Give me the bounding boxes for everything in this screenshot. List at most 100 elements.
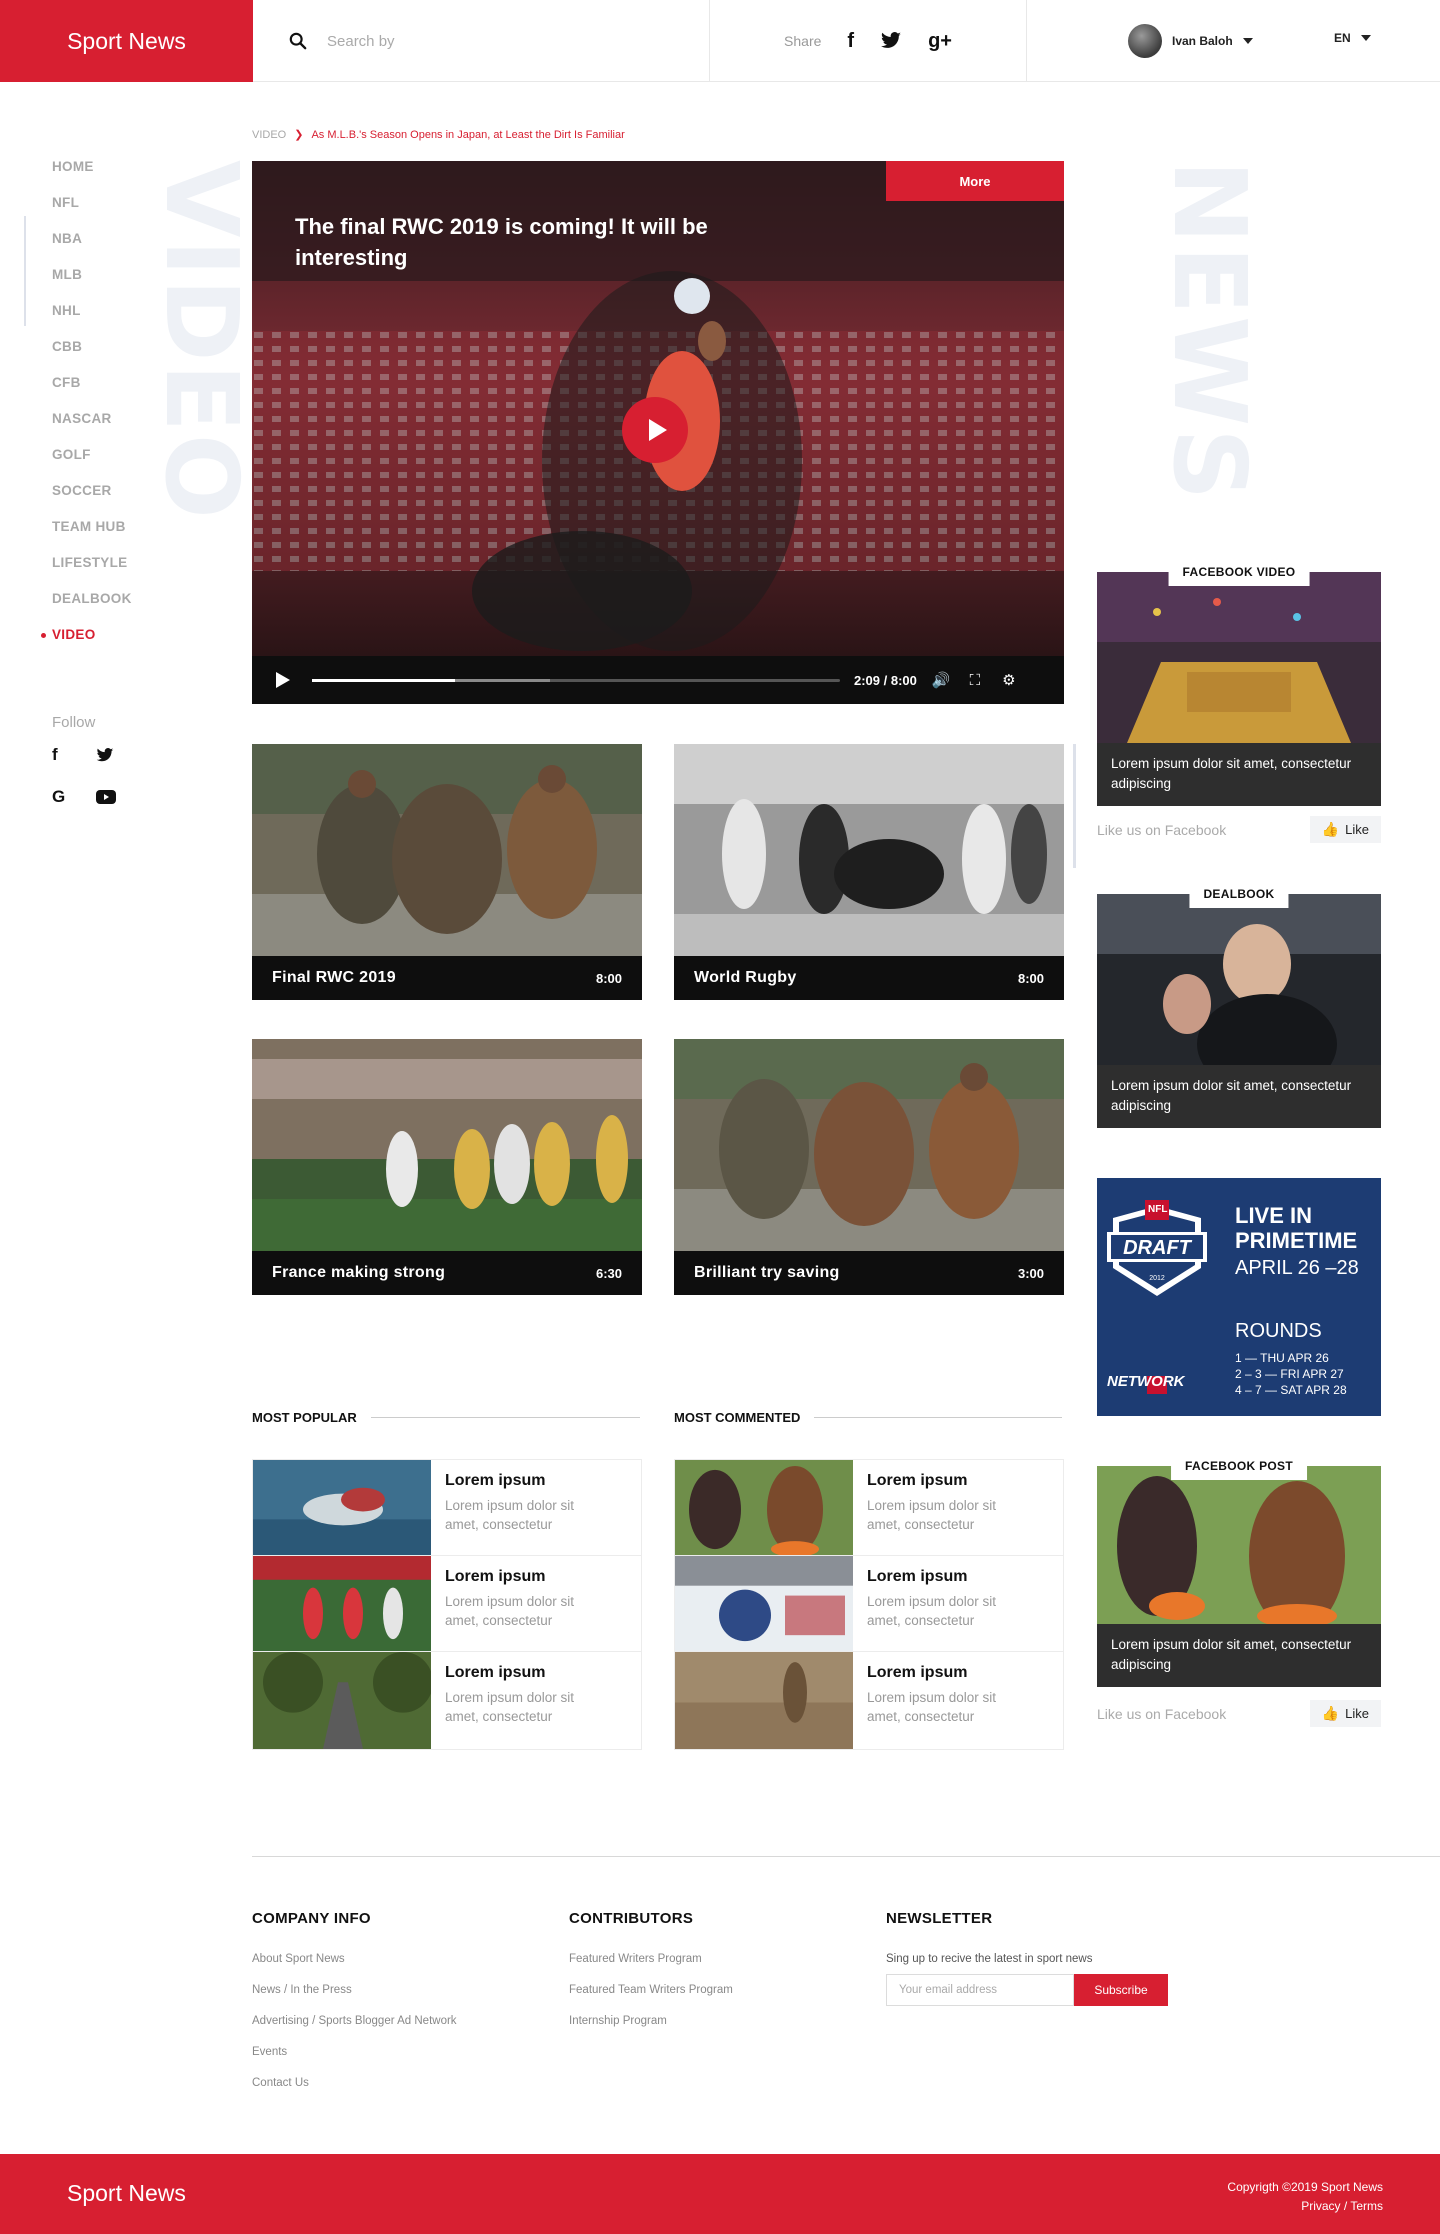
fullscreen-icon[interactable]: ⛶ <box>965 672 985 689</box>
nfl-draft-ad[interactable]: NFL DRAFT 2012 LIVE IN PRIMETIME APRIL 2… <box>1097 1178 1381 1416</box>
settings-icon[interactable]: ⚙ <box>999 671 1019 689</box>
google-icon[interactable]: G <box>52 785 96 809</box>
list-item-desc: Lorem ipsum dolor sit amet, consectetur <box>867 1594 997 1628</box>
facebook-icon[interactable]: f <box>52 743 96 767</box>
list-item-desc: Lorem ipsum dolor sit amet, consectetur <box>867 1690 997 1724</box>
sidebar-item-dealbook[interactable]: DEALBOOK <box>52 588 132 624</box>
footer-link[interactable]: Events <box>252 2046 457 2077</box>
seek-bar[interactable] <box>312 678 840 682</box>
play-icon[interactable] <box>622 397 688 463</box>
dealbook-card[interactable]: DEALBOOK Lorem ipsum dolor sit amet, con… <box>1097 880 1381 1128</box>
video-card-title: France making strong <box>272 1264 446 1281</box>
email-field[interactable] <box>886 1974 1074 2006</box>
footer-link[interactable]: Contact Us <box>252 2077 457 2108</box>
scrollbar[interactable] <box>1073 744 1076 868</box>
list-item-thumbnail <box>675 1556 853 1651</box>
video-card[interactable]: France making strong 6:30 <box>252 1039 642 1295</box>
youtube-icon[interactable] <box>96 785 140 809</box>
list-item-desc: Lorem ipsum dolor sit amet, consectetur <box>445 1498 575 1532</box>
chevron-right-icon: ❯ <box>294 129 304 141</box>
breadcrumb-current[interactable]: As M.L.B.'s Season Opens in Japan, at Le… <box>311 129 624 141</box>
breadcrumb: VIDEO ❯ As M.L.B.'s Season Opens in Japa… <box>252 128 625 142</box>
user-menu[interactable]: Ivan Baloh <box>1128 22 1253 60</box>
list-item-title: Lorem ipsum <box>445 1472 546 1489</box>
sidebar-item-nfl[interactable]: NFL <box>52 192 132 228</box>
sidebar-item-video[interactable]: VIDEO <box>41 624 132 660</box>
google-plus-icon[interactable]: g+ <box>928 30 952 53</box>
sidebar-item-nhl[interactable]: NHL <box>52 300 132 336</box>
brand-logo[interactable]: Sport News <box>0 0 253 82</box>
ad-round: 1 — THU APR 26 <box>1235 1351 1329 1365</box>
list-item[interactable]: Lorem ipsum Lorem ipsum dolor sit amet, … <box>253 1652 641 1749</box>
like-button[interactable]: 👍 Like <box>1309 816 1381 843</box>
like-us-link[interactable]: Like us on Facebook <box>1097 822 1226 838</box>
footer-logo[interactable]: Sport News <box>67 2180 186 2207</box>
facebook-post-card[interactable]: FACEBOOK POST Lorem ipsum dolor sit amet… <box>1097 1452 1381 1687</box>
video-card[interactable]: Brilliant try saving 3:00 <box>674 1039 1064 1295</box>
video-controls: 2:09 / 8:00 🔊 ⛶ ⚙ <box>252 656 1064 704</box>
video-card-title: Final RWC 2019 <box>272 969 396 986</box>
list-item[interactable]: Lorem ipsum Lorem ipsum dolor sit amet, … <box>675 1460 1063 1556</box>
sidebar-item-mlb[interactable]: MLB <box>52 264 132 300</box>
sidebar-item-team-hub[interactable]: TEAM HUB <box>52 516 132 552</box>
share-bar: Share f g+ <box>710 0 1027 82</box>
seek-progress <box>312 678 455 682</box>
sidebar-item-soccer[interactable]: SOCCER <box>52 480 132 516</box>
list-item-desc: Lorem ipsum dolor sit amet, consectetur <box>445 1690 575 1724</box>
sidebar-item-nba[interactable]: NBA <box>52 228 132 264</box>
volume-icon[interactable]: 🔊 <box>931 671 951 689</box>
footer-link[interactable]: Advertising / Sports Blogger Ad Network <box>252 2015 457 2046</box>
user-name: Ivan Baloh <box>1172 34 1233 48</box>
search-icon[interactable] <box>289 32 307 50</box>
more-button[interactable]: More <box>886 161 1064 201</box>
footer-link[interactable]: Featured Team Writers Program <box>569 1984 733 2015</box>
like-label: Like <box>1345 1706 1369 1721</box>
sidebar-item-nascar[interactable]: NASCAR <box>52 408 132 444</box>
follow-section: Follow f G <box>52 714 140 809</box>
sidebar-item-home[interactable]: HOME <box>52 156 132 192</box>
search-input[interactable] <box>327 32 627 50</box>
footer-link[interactable]: News / In the Press <box>252 1984 457 2015</box>
bottom-bar: Sport News Copyrigth ©2019 Sport News Pr… <box>0 2154 1440 2234</box>
list-item[interactable]: Lorem ipsum Lorem ipsum dolor sit amet, … <box>253 1556 641 1652</box>
list-item-title: Lorem ipsum <box>867 1472 968 1489</box>
most-popular-title: MOST POPULAR <box>252 1410 357 1425</box>
like-us-link[interactable]: Like us on Facebook <box>1097 1706 1226 1722</box>
sidebar-nav: HOME NFL NBA MLB NHL CBB CFB NASCAR GOLF… <box>41 156 132 660</box>
facebook-post-thumbnail <box>1097 1466 1381 1624</box>
list-item-title: Lorem ipsum <box>867 1568 968 1585</box>
twitter-icon[interactable] <box>96 743 140 767</box>
dealbook-thumbnail <box>1097 894 1381 1065</box>
list-item-thumbnail <box>253 1652 431 1749</box>
follow-label: Follow <box>52 714 96 731</box>
video-card-thumbnail <box>252 1039 642 1251</box>
list-item-thumbnail <box>253 1460 431 1555</box>
news-watermark: NEWS <box>1151 160 1268 503</box>
list-item[interactable]: Lorem ipsum Lorem ipsum dolor sit amet, … <box>253 1460 641 1556</box>
privacy-terms-link[interactable]: Privacy / Terms <box>1227 2197 1383 2216</box>
like-button[interactable]: 👍 Like <box>1309 1700 1381 1727</box>
sidebar-item-cbb[interactable]: CBB <box>52 336 132 372</box>
list-item-thumbnail <box>675 1460 853 1555</box>
breadcrumb-root[interactable]: VIDEO <box>252 129 286 141</box>
play-icon[interactable] <box>276 672 290 688</box>
facebook-video-card[interactable]: FACEBOOK VIDEO Lorem ipsum dolor sit ame… <box>1097 558 1381 806</box>
subscribe-button[interactable]: Subscribe <box>1074 1974 1168 2006</box>
list-item[interactable]: Lorem ipsum Lorem ipsum dolor sit amet, … <box>675 1556 1063 1652</box>
facebook-video-label: FACEBOOK VIDEO <box>1168 558 1310 586</box>
language-select[interactable]: EN <box>1334 31 1371 45</box>
video-card[interactable]: Final RWC 2019 8:00 <box>252 744 642 1000</box>
facebook-icon[interactable]: f <box>847 30 854 53</box>
main-video-player[interactable]: The final RWC 2019 is coming! It will be… <box>252 161 1064 704</box>
copyright-text: Copyrigth ©2019 Sport News <box>1227 2180 1383 2194</box>
footer-link[interactable]: Internship Program <box>569 2015 733 2046</box>
nav-scroll-indicator[interactable] <box>24 216 26 326</box>
list-item[interactable]: Lorem ipsum Lorem ipsum dolor sit amet, … <box>675 1652 1063 1749</box>
footer-link[interactable]: About Sport News <box>252 1953 457 1984</box>
sidebar-item-cfb[interactable]: CFB <box>52 372 132 408</box>
sidebar-item-lifestyle[interactable]: LIFESTYLE <box>52 552 132 588</box>
sidebar-item-golf[interactable]: GOLF <box>52 444 132 480</box>
twitter-icon[interactable] <box>880 32 902 50</box>
footer-link[interactable]: Featured Writers Program <box>569 1953 733 1984</box>
video-card[interactable]: World Rugby 8:00 <box>674 744 1064 1000</box>
